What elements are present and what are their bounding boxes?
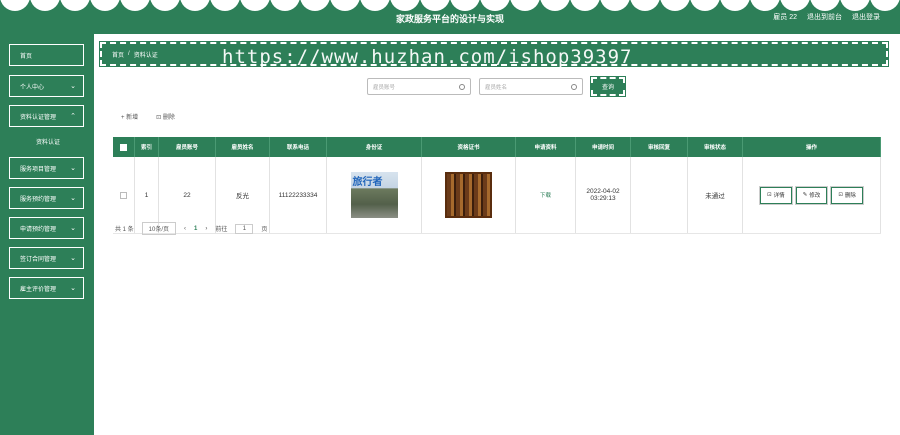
column-header: 身份证 [327, 137, 422, 157]
total-count: 共 1 条 [115, 227, 134, 233]
name-search-input[interactable]: 雇员姓名 [479, 78, 583, 95]
breadcrumb-home[interactable]: 首页 [112, 50, 124, 59]
sidebar-item-home[interactable]: 首页 [9, 44, 84, 66]
chevron-down-icon: ⌄ [70, 165, 76, 172]
sidebar-item-label: 个人中心 [20, 84, 45, 91]
sidebar: 首页 个人中心 ⌄ 资料认证管理 ⌃ 资料认证 服务项目管理 ⌄ 服务预约管理 ⌄ 申请… [0, 34, 94, 435]
top-header: 家政服务平台的设计与实现 雇员 22 退出到前台 退出登录 [0, 0, 900, 34]
cell-application: 下载 [516, 157, 576, 233]
checkbox[interactable] [120, 143, 127, 151]
edit-button[interactable]: ✎ 修改 [794, 185, 829, 205]
detail-button[interactable]: ⊡ 详情 [759, 185, 793, 205]
sidebar-item-employer-reviews[interactable]: 雇主评价管理 ⌄ [9, 277, 84, 299]
bulk-delete-button[interactable]: ⊡ 删除 [156, 112, 175, 121]
sidebar-item-label: 签订合同管理 [20, 256, 57, 263]
sidebar-item-label: 申请预约管理 [20, 226, 57, 233]
chevron-up-icon: ⌃ [70, 113, 76, 120]
logout-link[interactable]: 退出登录 [852, 12, 880, 22]
column-header: 操作 [743, 137, 881, 157]
download-link[interactable]: 下载 [540, 191, 551, 199]
cell-time: 2022-04-02 03:29:13 [576, 157, 631, 233]
detail-label: 详情 [773, 193, 785, 199]
id-card-image[interactable]: 旅行者 [350, 172, 398, 218]
main-content: 首页 / 资料认证 https://www.huzhan.com/ishop39… [94, 34, 900, 435]
row-actions: ⊡ 详情 ✎ 修改 ⊡ 删除 [759, 185, 864, 205]
cell-certificate [422, 157, 516, 233]
column-header: 索引 [135, 137, 159, 157]
search-bar: 雇员账号 雇员姓名 查询 [367, 76, 626, 97]
page-size-select[interactable]: 10条/页 [141, 222, 177, 235]
sidebar-item-label: 服务项目管理 [20, 166, 57, 173]
cell-phone: 11122233334 [270, 157, 327, 233]
column-header: 申请资料 [516, 137, 576, 157]
breadcrumb-current: 资料认证 [133, 52, 158, 59]
chevron-down-icon: ⌄ [70, 225, 76, 232]
chevron-down-icon: ⌄ [70, 255, 76, 262]
add-button[interactable]: + 新增 [121, 112, 138, 121]
pagination: 共 1 条 10条/页 ‹ 1 › 前往 1 页 [115, 222, 267, 235]
cell-reply [631, 157, 688, 233]
watermark-text: https://www.huzhan.com/ishop39397 [222, 46, 633, 68]
cell-status: 未通过 [688, 157, 743, 233]
delete-label: 删除 [844, 193, 856, 199]
header-user-links: 雇员 22 退出到前台 退出登录 [773, 12, 880, 22]
column-header: 审核回复 [631, 137, 688, 157]
id-card-image-text: 旅行者 [352, 177, 383, 188]
cell-operations: ⊡ 详情 ✎ 修改 ⊡ 删除 [743, 157, 881, 233]
sidebar-item-service-booking[interactable]: 服务预约管理 ⌄ [9, 187, 84, 209]
checkbox[interactable] [120, 191, 127, 199]
chevron-down-icon: ⌄ [70, 195, 76, 202]
goto-label: 前往 [215, 227, 228, 233]
query-button[interactable]: 查询 [590, 76, 626, 97]
table-header: 索引 雇员账号 雇员姓名 联系电话 身份证 资格证书 申请资料 申请时间 审核回… [113, 137, 881, 157]
sidebar-item-label: 资料认证管理 [20, 114, 57, 121]
column-header: 联系电话 [270, 137, 327, 157]
sidebar-item-booking-application[interactable]: 申请预约管理 ⌄ [9, 217, 84, 239]
sidebar-item-profile[interactable]: 个人中心 ⌄ [9, 75, 84, 97]
edit-label: 修改 [809, 193, 821, 199]
column-header: 资格证书 [422, 137, 516, 157]
sidebar-item-label: 雇主评价管理 [20, 286, 57, 293]
chevron-down-icon: ⌄ [70, 285, 76, 292]
delete-button[interactable]: ⊡ 删除 [830, 185, 864, 205]
header-select-all[interactable] [113, 137, 135, 157]
trash-icon: ⊡ [838, 192, 843, 198]
header-scallop-decoration [0, 0, 900, 11]
column-header: 雇员姓名 [216, 137, 270, 157]
breadcrumb: 首页 / 资料认证 https://www.huzhan.com/ishop39… [99, 41, 889, 68]
account-search-placeholder: 雇员账号 [373, 84, 396, 91]
breadcrumb-separator: / [128, 51, 130, 57]
prev-page-button[interactable]: ‹ [184, 226, 186, 232]
certificate-image[interactable] [445, 172, 492, 218]
column-header: 雇员账号 [159, 137, 216, 157]
page-suffix: 页 [261, 227, 268, 233]
detail-icon: ⊡ [767, 192, 772, 198]
search-icon [571, 83, 577, 90]
page-number[interactable]: 1 [194, 226, 197, 232]
edit-icon: ✎ [802, 192, 808, 198]
data-table: 索引 雇员账号 雇员姓名 联系电话 身份证 资格证书 申请资料 申请时间 审核回… [113, 137, 881, 234]
chevron-down-icon: ⌄ [70, 83, 76, 90]
search-icon [459, 83, 465, 90]
back-to-front-link[interactable]: 退出到前台 [807, 12, 842, 22]
sidebar-item-contracts[interactable]: 签订合同管理 ⌄ [9, 247, 84, 269]
goto-page-input[interactable]: 1 [235, 223, 254, 234]
action-bar: + 新增 ⊡ 删除 [121, 112, 175, 121]
cell-id-card: 旅行者 [327, 157, 422, 233]
sidebar-item-label: 首页 [20, 53, 33, 60]
column-header: 申请时间 [576, 137, 631, 157]
current-user: 雇员 22 [773, 14, 797, 21]
name-search-placeholder: 雇员姓名 [485, 84, 508, 91]
sidebar-subitem-credential[interactable]: 资料认证 [12, 133, 84, 149]
app-title: 家政服务平台的设计与实现 [395, 14, 504, 24]
sidebar-item-credential-management[interactable]: 资料认证管理 ⌃ [9, 105, 84, 127]
account-search-input[interactable]: 雇员账号 [367, 78, 471, 95]
next-page-button[interactable]: › [205, 226, 207, 232]
sidebar-item-label: 服务预约管理 [20, 196, 57, 203]
column-header: 审核状态 [688, 137, 743, 157]
sidebar-item-service-items[interactable]: 服务项目管理 ⌄ [9, 157, 84, 179]
